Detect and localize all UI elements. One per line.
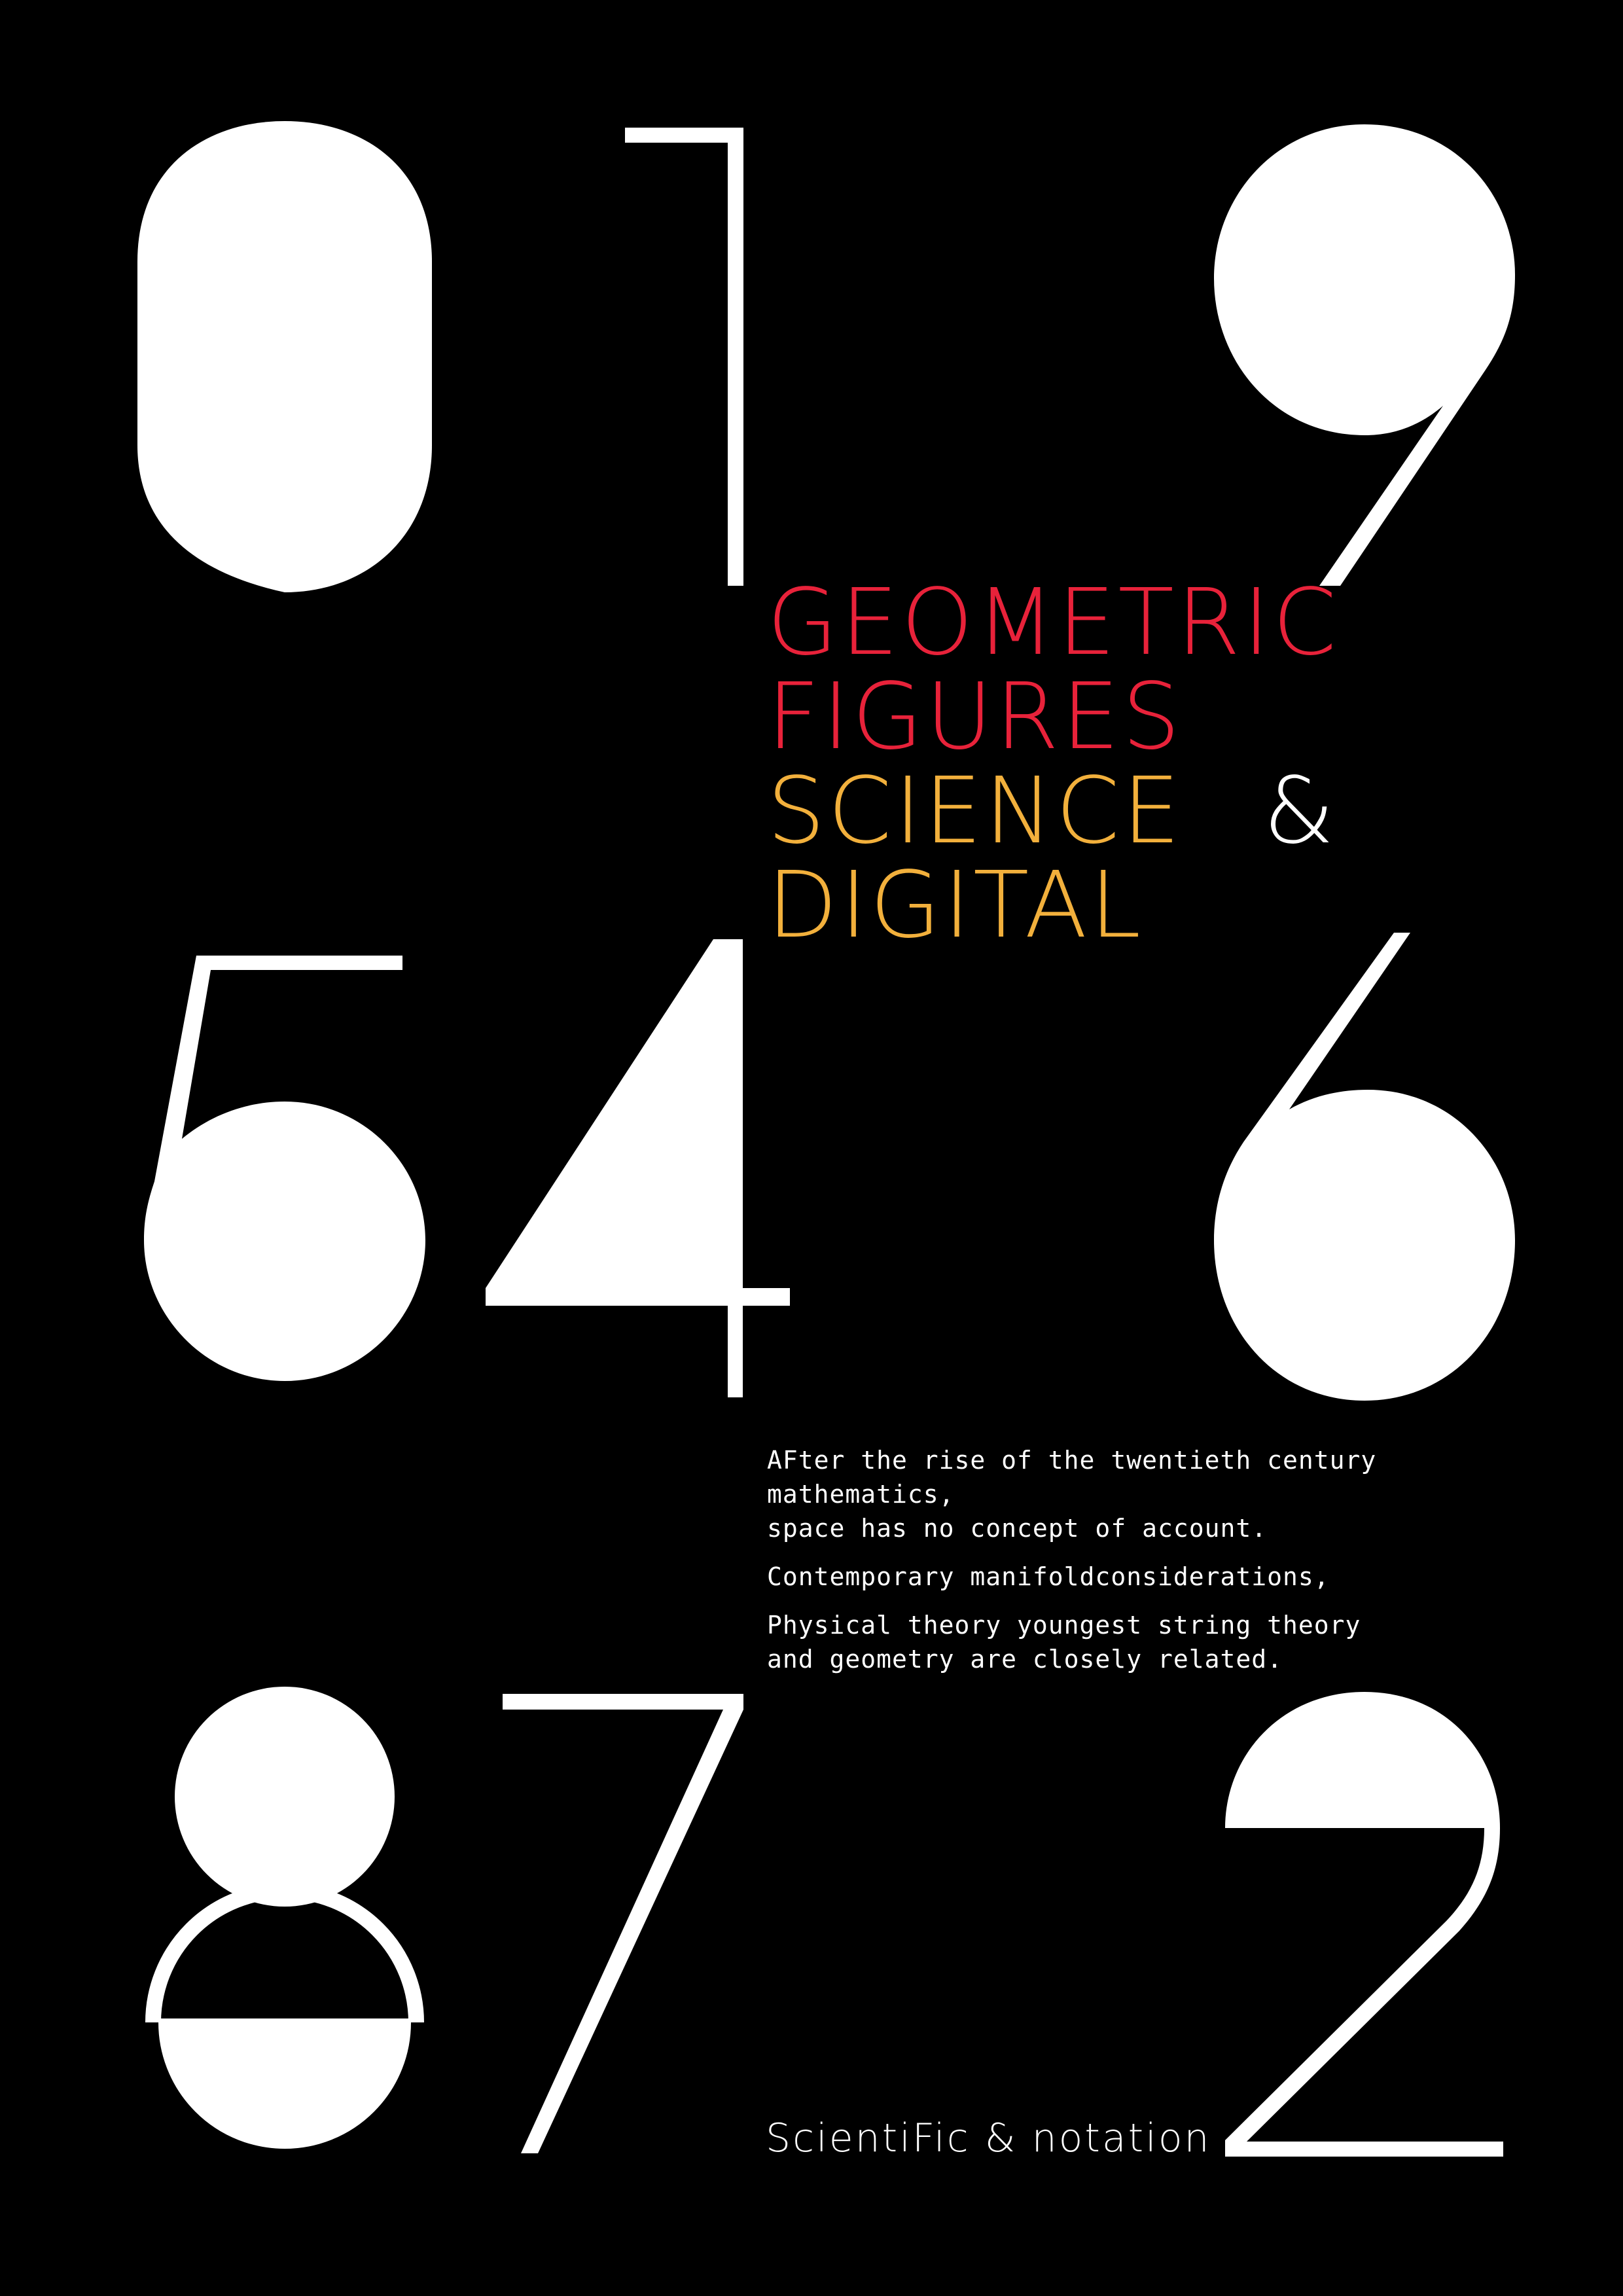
paragraph-3-line-2: and geometry are closely related. [767,1645,1283,1674]
headline-line-1: GEOMETRIC [767,569,1340,676]
headline-line-3: SCIENCE [767,758,1183,865]
headline: GEOMETRIC FIGURES SCIENCE DIGITAL [767,576,1339,953]
paragraph-1-line-2: space has no concept of account. [767,1514,1268,1543]
paragraph-2-line-1: Contemporary manifoldconsiderations, [767,1562,1330,1591]
footer-caption: ScientiFic & notation [766,2115,1211,2161]
paragraph-3-line-1: Physical theory youngest string theory [767,1611,1361,1640]
paragraph-2: Contemporary manifoldconsiderations, [767,1560,1513,1594]
poster: GEOMETRIC FIGURES SCIENCE DIGITAL & AFte… [0,0,1623,2296]
headline-line-4: DIGITAL [767,852,1144,959]
paragraph-1: AFter the rise of the twentieth century … [767,1443,1513,1545]
digit-two-icon [1225,1692,1503,2157]
paragraph-3: Physical theory youngest string theory a… [767,1608,1513,1676]
headline-ampersand: & [1263,758,1335,865]
body-text: AFter the rise of the twentieth century … [767,1443,1513,1691]
paragraph-1-line-1: AFter the rise of the twentieth century … [767,1446,1377,1509]
headline-line-2: FIGURES [767,664,1183,770]
